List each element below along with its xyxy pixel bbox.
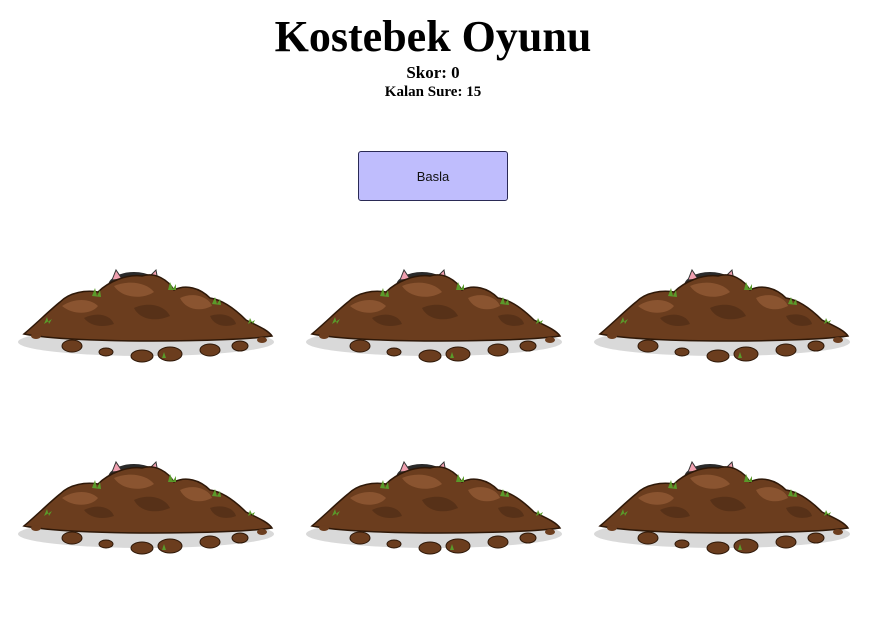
mole-hill-icon	[306, 460, 562, 555]
mole-hill-icon	[18, 268, 274, 363]
game-title: Kostebek Oyunu	[274, 12, 592, 61]
hole-5[interactable]	[302, 454, 566, 564]
hole-1[interactable]	[14, 262, 278, 372]
hole-6[interactable]	[590, 454, 854, 564]
hole-2[interactable]	[302, 262, 566, 372]
score-display: Skor: 0	[406, 63, 460, 82]
hole-3[interactable]	[590, 262, 854, 372]
timer-display: Kalan Sure: 15	[384, 84, 482, 100]
hole-4[interactable]	[14, 454, 278, 564]
mole-hill-icon	[594, 460, 850, 555]
mole-hill-icon	[18, 460, 274, 555]
mole-hill-icon	[594, 268, 850, 363]
game-page: Kostebek Oyunu Skor: 0 Kalan Sure: 15 Ba…	[0, 0, 871, 639]
start-button[interactable]: Basla	[358, 151, 508, 201]
mole-hill-icon	[306, 268, 562, 363]
